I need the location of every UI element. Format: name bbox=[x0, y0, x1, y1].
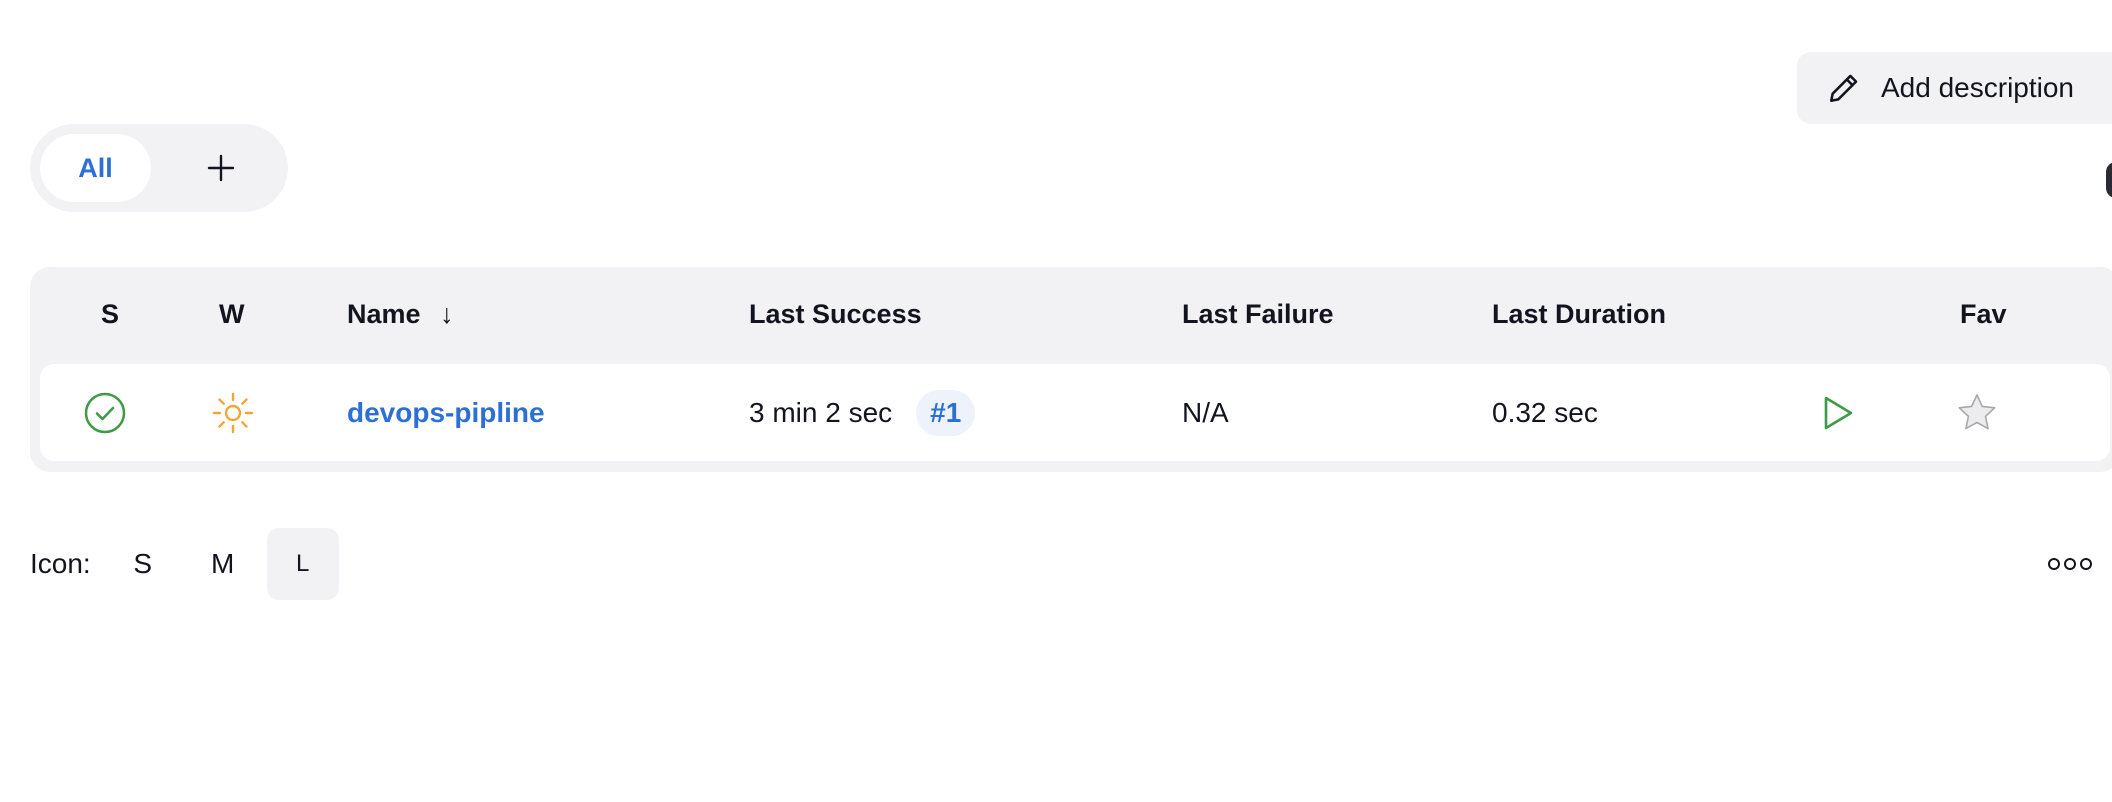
edge-indicator bbox=[2106, 162, 2112, 198]
more-options-button[interactable] bbox=[2046, 552, 2094, 576]
last-success-time: 3 min 2 sec bbox=[749, 396, 893, 428]
icon-size-l[interactable]: L bbox=[266, 528, 339, 600]
table-header: S W Name ↓ Last Success Last Failure Las… bbox=[30, 267, 2112, 364]
job-name-cell: devops-pipline bbox=[347, 364, 545, 461]
star-icon bbox=[1958, 393, 1996, 429]
add-description-button[interactable]: Add description bbox=[1797, 52, 2112, 124]
build-link[interactable]: #1 bbox=[916, 389, 976, 436]
view-tabs: All bbox=[30, 124, 288, 212]
pencil-icon bbox=[1827, 71, 1861, 105]
column-weather[interactable]: W bbox=[219, 299, 244, 330]
play-icon bbox=[1824, 396, 1853, 429]
sunny-icon bbox=[212, 392, 254, 433]
add-description-label: Add description bbox=[1881, 72, 2075, 103]
plus-icon bbox=[207, 154, 235, 182]
last-failure-cell: N/A bbox=[1182, 364, 1229, 461]
sort-arrow-icon: ↓ bbox=[440, 299, 454, 329]
run-build-button[interactable] bbox=[1820, 364, 1856, 461]
last-duration-value: 0.32 sec bbox=[1492, 396, 1598, 428]
last-duration-cell: 0.32 sec bbox=[1492, 364, 1598, 461]
column-name[interactable]: Name ↓ bbox=[347, 299, 454, 330]
column-last-success[interactable]: Last Success bbox=[749, 299, 922, 330]
job-link[interactable]: devops-pipline bbox=[347, 397, 545, 429]
icon-size-selector: Icon: S M L bbox=[30, 528, 339, 600]
column-fav[interactable]: Fav bbox=[1960, 299, 2007, 330]
favorite-toggle[interactable] bbox=[1956, 364, 1998, 461]
add-view-button[interactable] bbox=[177, 134, 265, 202]
jobs-table: S W Name ↓ Last Success Last Failure Las… bbox=[30, 267, 2112, 472]
last-failure-value: N/A bbox=[1182, 396, 1229, 428]
column-last-failure[interactable]: Last Failure bbox=[1182, 299, 1334, 330]
last-success-cell: 3 min 2 sec #1 bbox=[749, 364, 976, 461]
more-icon bbox=[2048, 558, 2092, 570]
icon-size-label: Icon: bbox=[30, 548, 91, 579]
icon-size-m[interactable]: M bbox=[187, 528, 259, 600]
column-last-duration[interactable]: Last Duration bbox=[1492, 299, 1666, 330]
success-check-icon bbox=[84, 392, 126, 433]
weather-cell bbox=[211, 364, 255, 461]
status-cell bbox=[84, 364, 126, 461]
icon-size-s[interactable]: S bbox=[107, 528, 179, 600]
table-row: devops-pipline 3 min 2 sec #1 N/A 0.32 s… bbox=[40, 364, 2110, 461]
tab-all[interactable]: All bbox=[40, 134, 151, 202]
column-status[interactable]: S bbox=[101, 299, 119, 330]
column-name-label: Name bbox=[347, 299, 421, 329]
